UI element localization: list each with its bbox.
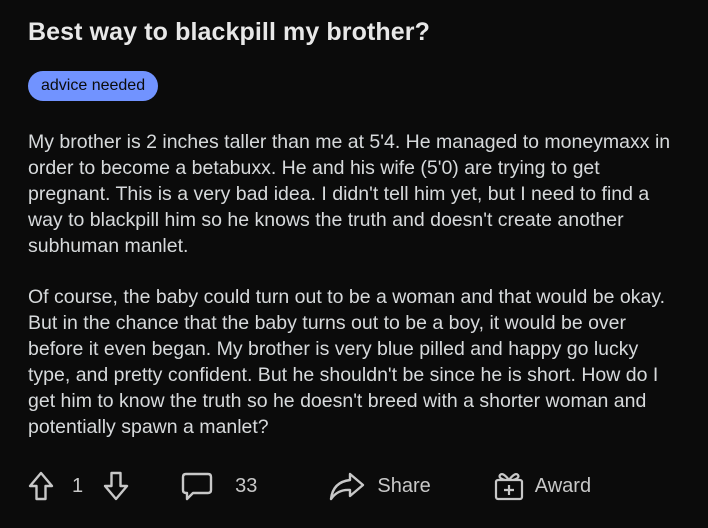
award-icon <box>493 470 525 502</box>
comment-icon <box>181 471 213 501</box>
vote-group: 1 <box>28 471 129 501</box>
flair-badge[interactable]: advice needed <box>28 71 159 101</box>
action-bar: 1 33 Share Award <box>28 466 682 506</box>
award-label: Award <box>534 474 592 497</box>
comments-button[interactable]: 33 <box>181 471 257 501</box>
share-icon <box>329 471 365 501</box>
post-paragraph: Of course, the baby could turn out to be… <box>28 286 666 438</box>
downvote-icon[interactable] <box>103 471 129 501</box>
vote-count: 1 <box>72 474 84 497</box>
post-body: My brother is 2 inches taller than me at… <box>28 129 682 440</box>
award-button[interactable]: Award <box>493 470 591 502</box>
upvote-icon[interactable] <box>28 471 54 501</box>
post-paragraph: My brother is 2 inches taller than me at… <box>28 131 671 257</box>
post-title[interactable]: Best way to blackpill my brother? <box>28 18 682 47</box>
post: Best way to blackpill my brother? advice… <box>0 0 708 528</box>
share-label: Share <box>377 474 431 497</box>
comment-count: 33 <box>235 474 258 497</box>
share-button[interactable]: Share <box>329 471 431 501</box>
